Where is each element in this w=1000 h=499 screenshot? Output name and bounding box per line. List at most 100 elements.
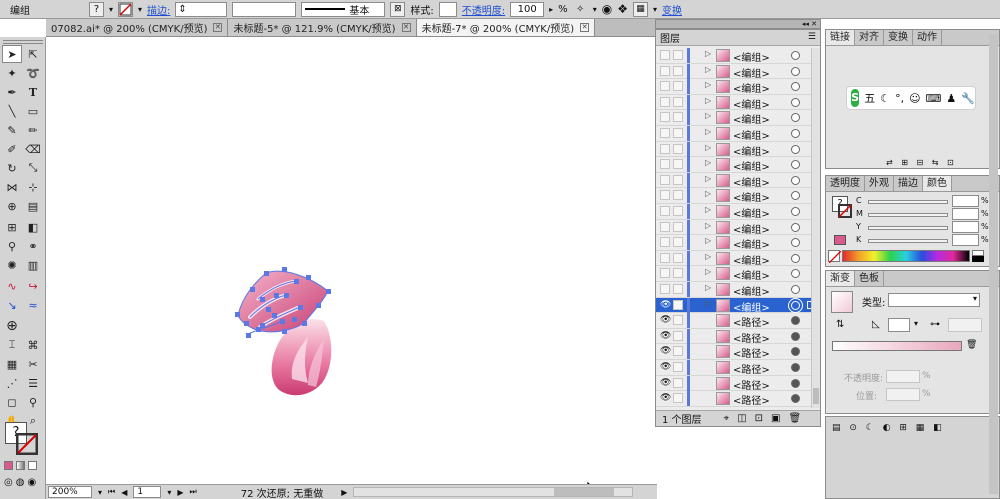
visibility-eye-icon[interactable] bbox=[660, 81, 670, 92]
fill-dropdown-icon[interactable]: ▾ bbox=[109, 5, 113, 14]
lock-toggle[interactable] bbox=[673, 299, 683, 310]
new-layer-icon[interactable]: ▣ bbox=[771, 413, 780, 424]
page-dropdown-icon[interactable]: ▾ bbox=[167, 488, 171, 497]
visibility-eye-icon[interactable] bbox=[660, 237, 670, 248]
stroke-label[interactable]: 描边: bbox=[147, 2, 170, 17]
layer-name[interactable]: <编组> bbox=[733, 267, 770, 282]
target-circle-icon[interactable] bbox=[791, 331, 800, 341]
visibility-eye-icon[interactable] bbox=[660, 112, 670, 123]
target-circle-icon[interactable] bbox=[791, 97, 800, 107]
layers-panel-title[interactable]: 图层 bbox=[660, 30, 680, 45]
expand-triangle-icon[interactable]: ▷ bbox=[705, 205, 711, 214]
lock-toggle[interactable] bbox=[673, 65, 683, 76]
color-stroke-box[interactable] bbox=[838, 204, 852, 218]
color-spectrum-ramp[interactable] bbox=[842, 250, 970, 262]
stroke-dropdown-icon[interactable]: ▾ bbox=[138, 5, 142, 14]
moon-icon[interactable]: ☾ bbox=[880, 92, 890, 105]
type-tool-icon[interactable]: T bbox=[23, 83, 43, 101]
scissors-tool-icon[interactable]: ✂ bbox=[23, 355, 43, 373]
target-circle-icon[interactable] bbox=[791, 113, 800, 123]
lock-toggle[interactable] bbox=[673, 284, 683, 294]
globe-icon[interactable]: ◉ bbox=[602, 2, 612, 16]
ime-mode-label[interactable]: 五 bbox=[864, 90, 875, 106]
zoom-field[interactable]: 200% bbox=[48, 486, 92, 498]
stroke-weight-field[interactable]: ⇕ bbox=[175, 1, 228, 17]
layer-row[interactable]: ▷ <编组> bbox=[656, 282, 820, 298]
var-width-field[interactable] bbox=[232, 1, 297, 17]
expand-triangle-icon[interactable]: ▷ bbox=[705, 174, 711, 183]
layer-name[interactable]: <编组> bbox=[733, 65, 770, 80]
layer-row[interactable]: ▷ <编组> bbox=[656, 266, 820, 282]
stroke-color-box[interactable] bbox=[15, 432, 39, 456]
lock-toggle[interactable] bbox=[673, 159, 683, 170]
lock-toggle[interactable] bbox=[673, 174, 683, 185]
visibility-eye-icon[interactable] bbox=[660, 190, 670, 201]
stroke-swatch[interactable] bbox=[118, 1, 134, 17]
lock-toggle[interactable] bbox=[673, 315, 683, 326]
expand-triangle-icon[interactable]: ▷ bbox=[705, 283, 711, 292]
scale-tool-icon[interactable]: ⤡ bbox=[23, 159, 43, 177]
tab-transparency[interactable]: 透明度 bbox=[826, 176, 865, 191]
opacity-field[interactable]: 100 bbox=[510, 1, 545, 17]
close-icon[interactable]: ✕ bbox=[213, 23, 223, 32]
target-circle-icon[interactable] bbox=[791, 300, 800, 310]
prev-page-icon[interactable]: ◀ bbox=[121, 488, 127, 497]
lock-toggle[interactable] bbox=[673, 252, 683, 263]
recolor-icon[interactable]: ✧ bbox=[573, 2, 588, 17]
layer-row[interactable]: ▷ <编组> bbox=[656, 79, 820, 95]
layer-row[interactable]: ▷ <编组> bbox=[656, 63, 820, 80]
visibility-eye-icon[interactable] bbox=[660, 268, 670, 279]
layer-name[interactable]: <编组> bbox=[733, 174, 770, 189]
target-circle-icon[interactable] bbox=[791, 394, 800, 404]
status-arrow-icon[interactable]: ▶ bbox=[341, 488, 347, 497]
target-circle-icon[interactable] bbox=[791, 378, 800, 388]
target-circle-icon[interactable] bbox=[791, 175, 800, 185]
gradient-mode-icon[interactable] bbox=[16, 461, 25, 470]
target-circle-icon[interactable] bbox=[791, 160, 800, 170]
layer-row[interactable]: 👁 <路径> bbox=[656, 344, 820, 360]
expand-triangle-icon[interactable]: ▷ bbox=[705, 65, 711, 74]
visibility-eye-icon[interactable] bbox=[660, 128, 670, 138]
target-circle-icon[interactable] bbox=[791, 144, 800, 154]
last-page-icon[interactable]: ⏭ bbox=[190, 487, 197, 497]
flower-artwork[interactable] bbox=[46, 37, 654, 496]
none-mode-icon[interactable] bbox=[28, 461, 37, 470]
channel-value[interactable] bbox=[952, 208, 979, 220]
page-field[interactable]: 1 bbox=[133, 486, 162, 498]
width-tool-icon[interactable]: ⋈ bbox=[2, 178, 22, 196]
print-tiling-tool-icon[interactable]: ◻ bbox=[2, 393, 22, 411]
visibility-eye-icon[interactable] bbox=[660, 159, 670, 170]
aspect-ratio-icon[interactable]: ⊶ bbox=[930, 319, 940, 330]
layer-name[interactable]: <路径> bbox=[733, 345, 770, 360]
target-circle-icon[interactable] bbox=[791, 51, 800, 60]
fill-swatch[interactable]: ? bbox=[89, 1, 104, 17]
target-circle-icon[interactable] bbox=[791, 238, 800, 248]
target-circle-icon[interactable] bbox=[791, 347, 800, 357]
draw-inside-icon[interactable]: ◉ bbox=[27, 477, 36, 489]
expand-triangle-icon[interactable]: ▷ bbox=[705, 189, 711, 198]
layer-row[interactable]: ▷ <编组> bbox=[656, 235, 820, 251]
aspect-ratio-field[interactable] bbox=[948, 318, 982, 332]
expand-triangle-icon[interactable]: ▷ bbox=[705, 143, 711, 152]
lock-toggle[interactable] bbox=[673, 221, 683, 232]
expand-triangle-icon[interactable]: ▷ bbox=[705, 252, 711, 261]
line-tool-icon[interactable]: ╲ bbox=[2, 102, 22, 120]
visibility-eye-icon[interactable] bbox=[660, 206, 670, 216]
layer-name[interactable]: <编组> bbox=[733, 252, 770, 267]
layer-name[interactable]: <编组> bbox=[733, 236, 770, 251]
visibility-eye-icon[interactable]: 👁 bbox=[660, 393, 671, 403]
layer-row[interactable]: ▷ <编组> bbox=[656, 188, 820, 204]
layer-row[interactable]: ▷ <编组> bbox=[656, 94, 820, 111]
graph-tool-icon[interactable]: ▦ bbox=[2, 355, 22, 373]
blob-brush-tool-icon[interactable]: ✐ bbox=[2, 140, 22, 158]
mesh-tool-icon[interactable]: ⊞ bbox=[2, 218, 22, 236]
delete-layer-icon[interactable]: 🗑 bbox=[788, 413, 801, 424]
paintbrush-tool-icon[interactable]: ✎ bbox=[2, 121, 22, 139]
artboard-canvas[interactable] bbox=[46, 37, 654, 496]
layer-row[interactable]: 👁 <路径> bbox=[656, 313, 820, 329]
color-mode-icon[interactable] bbox=[4, 461, 13, 470]
rectangle-tool-icon[interactable]: ▭ bbox=[23, 102, 43, 120]
layer-name[interactable]: <编组> bbox=[733, 158, 770, 173]
expand-triangle-icon[interactable]: ▷ bbox=[705, 221, 711, 230]
column-graph-tool-icon[interactable]: ▥ bbox=[23, 256, 43, 274]
